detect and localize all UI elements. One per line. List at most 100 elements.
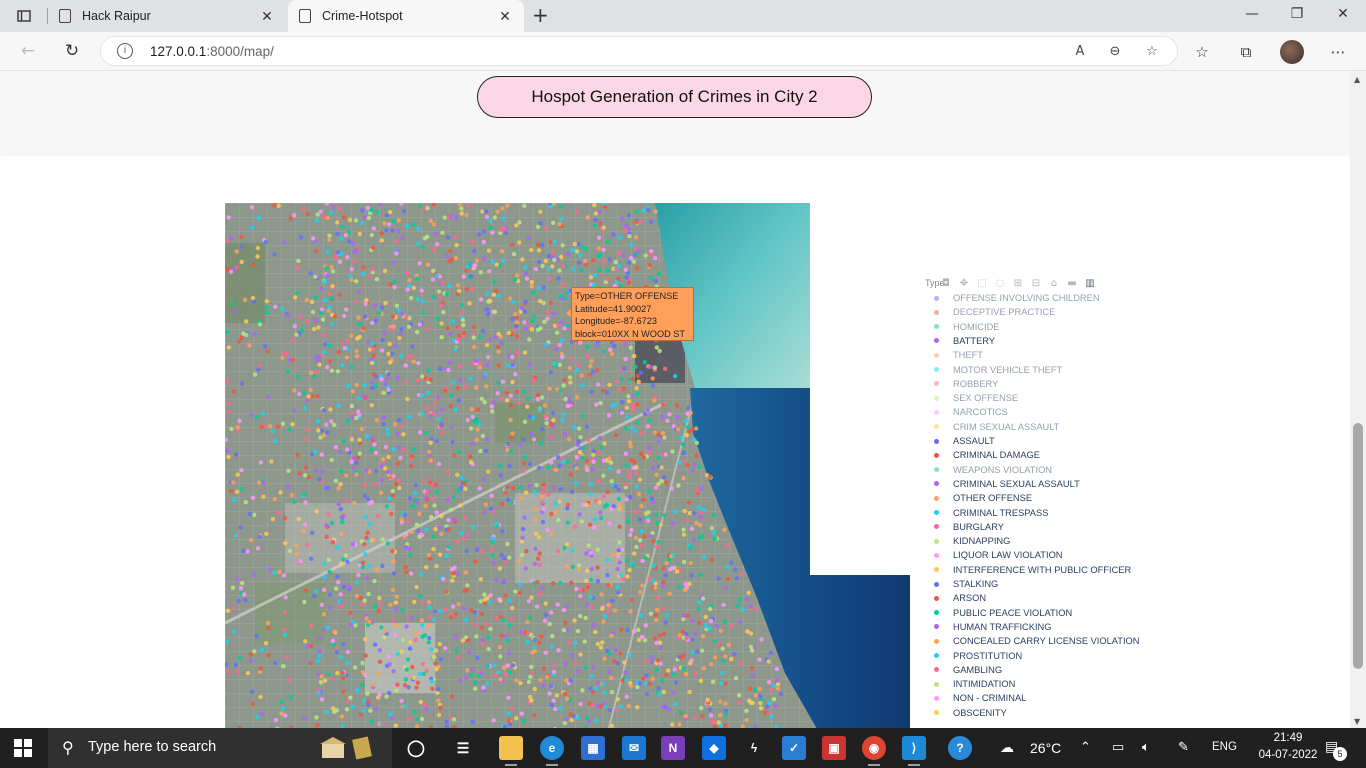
crime-point[interactable] (451, 494, 456, 500)
crime-point[interactable] (602, 656, 607, 661)
crime-point[interactable] (647, 263, 653, 268)
refresh-icon[interactable]: ↻ (60, 40, 84, 62)
crime-point[interactable] (618, 651, 623, 656)
crime-point[interactable] (384, 376, 390, 382)
store-icon[interactable]: ▦ (581, 736, 605, 760)
crime-point[interactable] (475, 427, 480, 432)
crime-point[interactable] (447, 284, 452, 289)
crime-point[interactable] (608, 466, 613, 471)
crime-point[interactable] (390, 549, 395, 554)
crime-point[interactable] (258, 460, 264, 465)
crime-point[interactable] (574, 455, 579, 460)
crime-point[interactable] (439, 303, 444, 308)
crime-point[interactable] (341, 313, 347, 319)
crime-point[interactable] (470, 441, 475, 446)
crime-point[interactable] (225, 379, 230, 384)
crime-point[interactable] (693, 672, 698, 677)
crime-point[interactable] (301, 528, 306, 534)
crime-point[interactable] (446, 235, 451, 240)
crime-point[interactable] (607, 669, 612, 674)
legend-item[interactable]: OBSCENITY (934, 706, 1007, 720)
crime-point[interactable] (292, 388, 297, 393)
crime-point[interactable] (256, 367, 261, 372)
crime-point[interactable] (661, 704, 666, 710)
crime-point[interactable] (488, 506, 494, 511)
crime-point[interactable] (503, 593, 508, 598)
crime-point[interactable] (578, 253, 583, 258)
crime-point[interactable] (549, 422, 554, 427)
crime-point[interactable] (744, 597, 749, 602)
crime-point[interactable] (345, 559, 350, 565)
crime-point[interactable] (568, 472, 573, 477)
crime-point[interactable] (324, 422, 329, 427)
crime-point[interactable] (317, 653, 322, 658)
crime-point[interactable] (551, 698, 556, 703)
crime-point[interactable] (643, 555, 648, 561)
crime-point[interactable] (655, 521, 660, 526)
crime-point[interactable] (615, 566, 620, 572)
crime-point[interactable] (336, 403, 341, 408)
legend-item[interactable]: LIQUOR LAW VIOLATION (934, 548, 1063, 562)
crime-point[interactable] (384, 213, 390, 218)
crime-point[interactable] (691, 537, 697, 543)
crime-point[interactable] (281, 240, 286, 245)
crime-point[interactable] (341, 215, 347, 220)
crime-point[interactable] (319, 602, 324, 608)
crime-point[interactable] (467, 454, 473, 459)
crime-point[interactable] (317, 635, 322, 641)
crime-point[interactable] (349, 415, 355, 420)
crime-point[interactable] (589, 674, 594, 679)
crime-point[interactable] (240, 581, 245, 586)
crime-point[interactable] (531, 290, 536, 295)
crime-point[interactable] (744, 717, 749, 723)
crime-point[interactable] (296, 258, 301, 264)
crime-point[interactable] (709, 713, 714, 718)
crime-point[interactable] (470, 414, 475, 420)
crime-point[interactable] (589, 604, 594, 610)
crime-point[interactable] (319, 452, 324, 457)
crime-point[interactable] (349, 277, 354, 283)
crime-point[interactable] (391, 571, 397, 576)
crime-point[interactable] (521, 718, 527, 723)
crime-point[interactable] (647, 576, 652, 581)
crime-point[interactable] (394, 688, 399, 693)
crime-point[interactable] (488, 225, 493, 230)
crime-point[interactable] (391, 617, 396, 622)
crime-point[interactable] (374, 277, 379, 282)
crime-point[interactable] (239, 259, 244, 265)
legend-item[interactable]: INTIMIDATION (934, 677, 1015, 691)
crime-point[interactable] (648, 611, 654, 616)
crime-point[interactable] (399, 327, 404, 332)
crime-point[interactable] (314, 715, 319, 720)
crime-point[interactable] (395, 461, 401, 466)
page-scrollbar[interactable]: ▲ ▼ (1350, 71, 1366, 728)
crime-point[interactable] (601, 473, 606, 478)
crime-point[interactable] (564, 290, 570, 296)
crime-point[interactable] (712, 639, 718, 644)
crime-point[interactable] (488, 593, 493, 598)
crime-point[interactable] (635, 420, 640, 425)
crime-point[interactable] (248, 658, 254, 663)
crime-point[interactable] (444, 254, 450, 259)
crime-point[interactable] (638, 370, 643, 376)
crime-point[interactable] (272, 570, 277, 575)
crime-point[interactable] (676, 584, 682, 590)
crime-point[interactable] (401, 432, 406, 437)
crime-point[interactable] (294, 552, 299, 557)
crime-point[interactable] (473, 680, 478, 685)
crime-point[interactable] (693, 426, 699, 431)
crime-point[interactable] (387, 341, 392, 347)
crime-point[interactable] (623, 451, 628, 456)
crime-point[interactable] (624, 694, 629, 699)
crime-point[interactable] (426, 623, 431, 628)
crime-point[interactable] (538, 221, 543, 226)
crime-point[interactable] (597, 209, 603, 215)
crime-point[interactable] (225, 448, 230, 453)
crime-point[interactable] (392, 280, 397, 285)
crime-point[interactable] (774, 666, 779, 672)
crime-point[interactable] (460, 317, 466, 323)
crime-point[interactable] (238, 525, 243, 530)
crime-point[interactable] (355, 354, 360, 359)
crime-point[interactable] (519, 552, 525, 558)
crime-point[interactable] (304, 318, 310, 323)
